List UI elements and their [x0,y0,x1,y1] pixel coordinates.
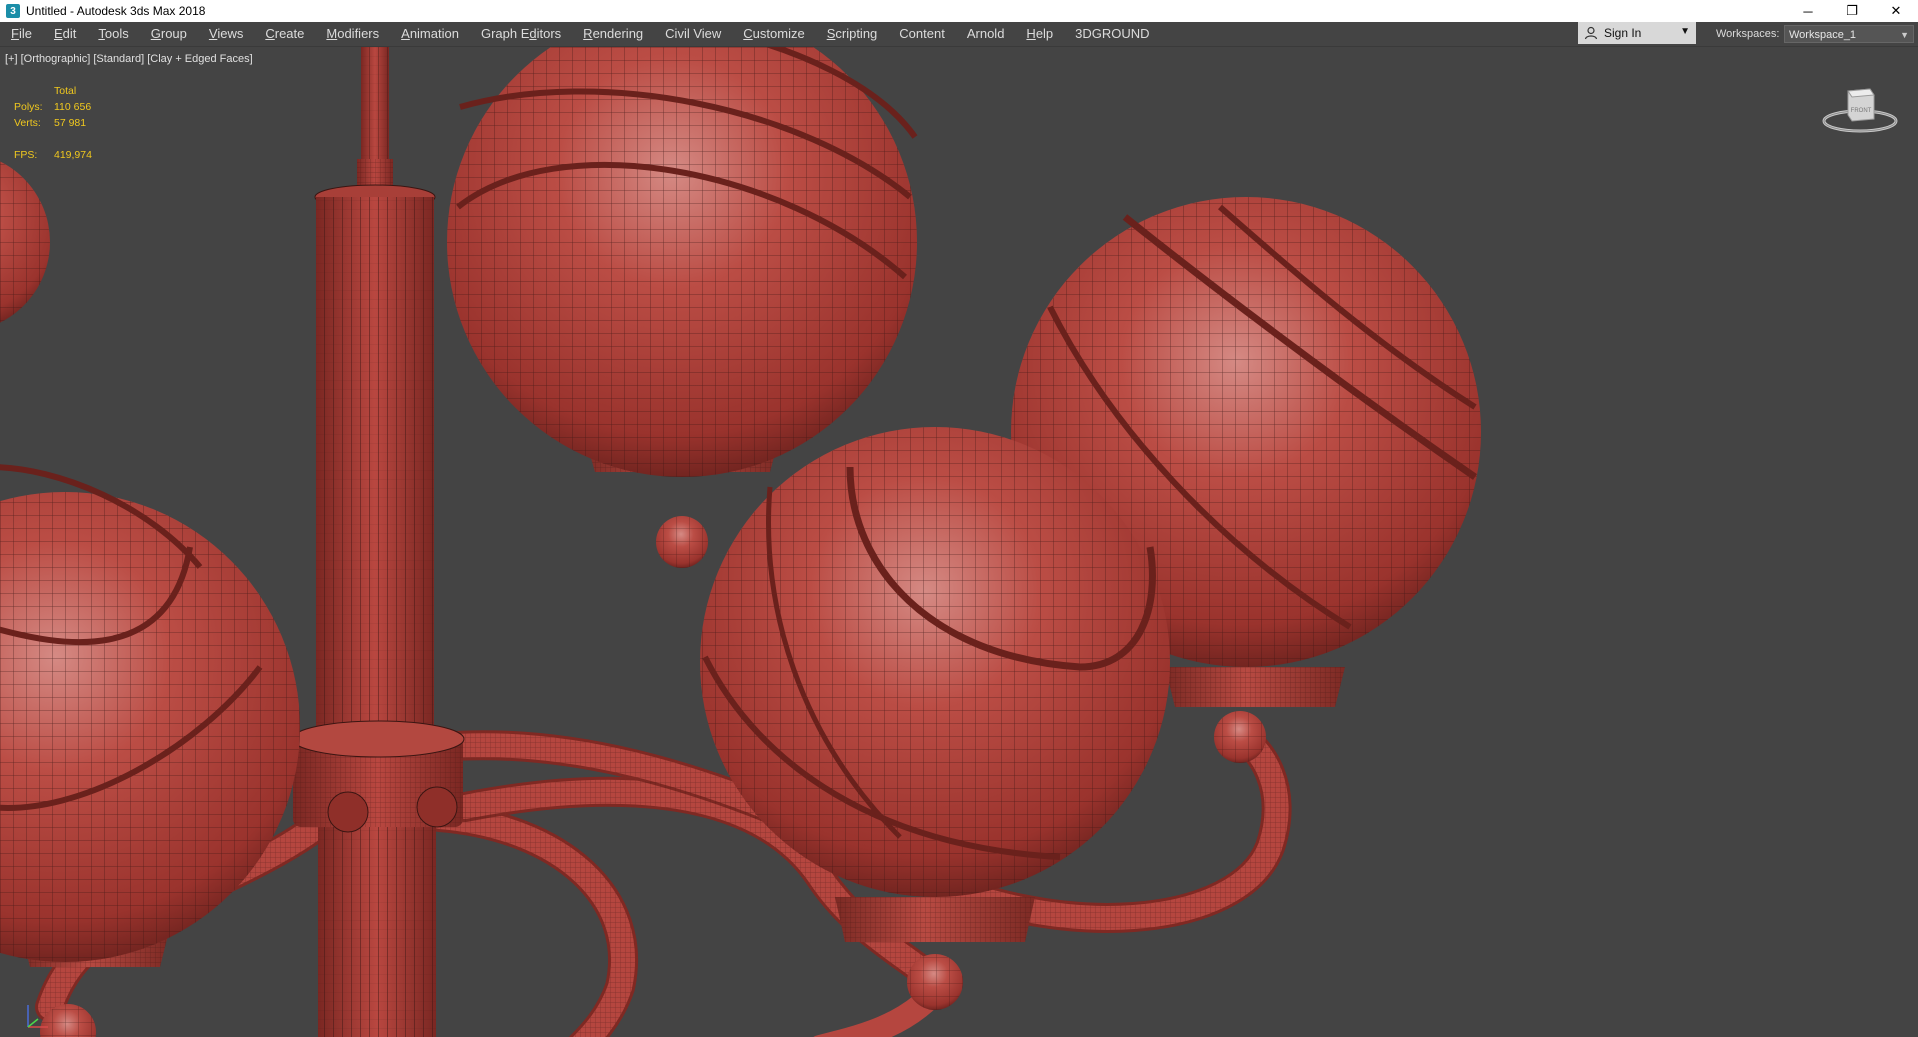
viewport-shading-quality-menu[interactable]: [Standard] [93,53,144,65]
menu-item-label: endering [592,26,644,41]
viewport-point-of-view-menu[interactable]: [Orthographic] [21,53,91,65]
viewport-shading-menu[interactable]: [Clay + Edged Faces] [147,53,252,65]
menu-item-label: elp [1035,26,1054,41]
menu-item-label: roup [160,26,187,41]
verts-value: 57 981 [54,117,87,129]
central-column [291,47,465,1037]
menu-item-graph-editors[interactable]: Graph Editors [470,22,572,46]
sign-in-button[interactable]: Sign In ▼ [1578,22,1696,44]
menu-item-label: 3DGROUND [1075,26,1150,41]
menu-item-label: nimation [409,26,459,41]
axis-tripod-icon [27,1005,48,1028]
viewport-statistics: Total Polys: 110 656 Verts: 57 981 FPS: 419… [14,83,114,163]
menu-item-label: ustomize [752,26,805,41]
chandelier-model[interactable] [0,47,1918,1037]
menu-item-label: dit [62,26,77,41]
window-title: Untitled - Autodesk 3ds Max 2018 [26,4,206,18]
menu-item-civil-view[interactable]: Civil View [654,22,732,46]
3ds-max-app-icon[interactable]: 3 [6,4,20,18]
menu-item-label: Graph E [480,26,530,41]
menu-item-modifiers[interactable]: Modifiers [315,22,390,46]
menu-item-scripting[interactable]: Scripting [816,22,889,46]
polys-label: Polys: [14,101,43,113]
viewcube-face-label: FRONT [1851,108,1872,114]
menu-item-label: E [53,26,63,41]
menu-item-content[interactable]: Content [888,22,956,46]
menu-item-views[interactable]: Views [198,22,254,46]
minimize-button[interactable]: ─ [1786,0,1830,22]
menu-item-label: Civil View [665,26,722,41]
workspaces-label: Workspaces: [1716,28,1780,40]
restore-button[interactable]: ❐ [1830,0,1874,22]
chevron-down-icon[interactable]: ▼ [1680,26,1690,37]
window-controls: ─ ❐ ✕ [1786,0,1918,22]
fps-label: FPS: [14,149,38,161]
menu-item-label: odifiers [337,26,380,41]
menu-item-create[interactable]: Create [254,22,315,46]
menu-item-rendering[interactable]: Rendering [572,22,654,46]
workspace-select[interactable]: Workspace_1 ▼ [1784,25,1914,43]
menu-item-tools[interactable]: Tools [87,22,139,46]
menu-item-customize[interactable]: Customize [732,22,815,46]
menu-item-label: H [1026,26,1036,41]
chevron-down-icon: ▼ [1900,30,1909,40]
menu-item-help[interactable]: Help [1015,22,1064,46]
menu-item-label: C [743,26,753,41]
menu-item-group[interactable]: Group [140,22,198,46]
menu-item-animation[interactable]: Animation [390,22,470,46]
menu-item-label: A [401,26,410,41]
user-icon [1584,26,1598,40]
polys-value: 110 656 [54,101,92,113]
globe-far-left [0,161,50,323]
menu-item-label: F [11,26,19,41]
globe-bottom-left [0,464,300,1037]
viewport-general-menu[interactable]: [+] [5,53,18,65]
menu-item-label: iews [217,26,244,41]
viewport-label-menu: [+] [Orthographic] [Standard] [Clay + Ed… [5,53,253,65]
menu-item-label: R [583,26,593,41]
menu-item-label: C [265,26,275,41]
close-button[interactable]: ✕ [1874,0,1918,22]
stats-header: Total [54,85,77,97]
viewcube[interactable]: FRONT [1820,79,1900,139]
menu-item-label: Arnold [966,26,1005,41]
menu-item-label: ools [104,26,129,41]
menu-item-label: reate [274,26,305,41]
menu-item-arnold[interactable]: Arnold [956,22,1016,46]
fps-value: 419,974 [54,149,92,161]
menu-item-3dground[interactable]: 3DGROUND [1064,22,1160,46]
menu-item-label: G [150,26,161,41]
menu-item-label: d [529,26,537,41]
menu-item-label: cripting [835,26,878,41]
menu-item-file[interactable]: File [0,22,43,46]
menu-item-label: M [326,26,338,41]
workspace-value: Workspace_1 [1789,29,1857,41]
window-title-bar: 3 Untitled - Autodesk 3ds Max 2018 ─ ❐ ✕ [0,0,1918,22]
sign-in-label: Sign In [1604,26,1642,40]
perspective-viewport[interactable]: [+] [Orthographic] [Standard] [Clay + Ed… [0,47,1918,1037]
menu-item-label: ile [18,26,32,41]
menu-item-label: Content [899,26,945,41]
menu-item-label: itors [536,26,562,41]
menu-item-edit[interactable]: Edit [43,22,87,46]
verts-label: Verts: [14,117,41,129]
